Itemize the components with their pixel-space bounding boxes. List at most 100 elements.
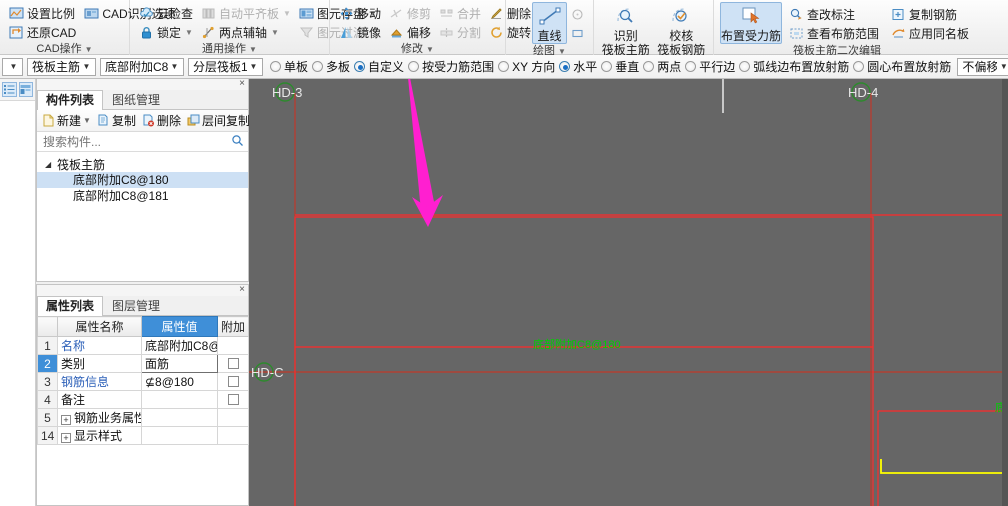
radio-single-slab[interactable]: 单板 — [270, 58, 308, 75]
recognize-raft-rebar-button[interactable]: 识别 筏板主筋 — [600, 2, 652, 58]
chevron-down-icon: ▼ — [249, 62, 258, 71]
blank-combo[interactable]: ▼ — [2, 57, 23, 76]
radio-by-rebar-range[interactable]: 按受力筋范围 — [408, 58, 494, 75]
group-title-text: 通用操作 — [202, 43, 247, 55]
radio-two-point[interactable]: 两点 — [643, 58, 681, 75]
row-value-editor[interactable]: 面筋 — [141, 354, 218, 373]
table-row[interactable]: 4 备注 — [37, 390, 249, 409]
ribbon-group-general-operations: 云检查 锁定 ▼ 自动平齐板 ▼ 两点辅轴 ▼ 图元存盘 ▼ 图元过滤 通用操作… — [130, 0, 377, 56]
close-icon[interactable]: × — [239, 78, 245, 89]
cloud-check-button[interactable]: 云检查 — [136, 4, 198, 23]
attach-checkbox[interactable] — [227, 357, 239, 369]
application-window: 设置比例 还原CAD CAD识别选项 CAD操作 ▼ 云检查 锁定 ▼ 自动平齐… — [0, 0, 1008, 506]
close-icon[interactable]: × — [239, 284, 245, 295]
view-rebar-range-button[interactable]: 查看布筋范围 — [786, 24, 884, 43]
search-input[interactable] — [41, 133, 231, 150]
edit-annotation-button[interactable]: 查改标注 — [786, 5, 884, 24]
tab-layer-management[interactable]: 图层管理 — [103, 296, 169, 316]
place-rebar-button[interactable]: 布置受力筋 — [720, 2, 783, 44]
rebar-name-combo[interactable]: 底部附加C8@1 ▼ — [100, 57, 185, 76]
tab-property-list[interactable]: 属性列表 — [37, 296, 104, 316]
radio-custom[interactable]: 自定义 — [354, 58, 404, 75]
table-row[interactable]: 5 + 钢筋业务属性 — [37, 408, 249, 427]
drawing-canvas[interactable]: HD-3 HD-4 HD-C 底部附加C8@180 底 — [249, 79, 1008, 506]
row-attach[interactable] — [217, 390, 249, 409]
component-panel-toolbar: 新建 ▼ 复制 删除 层间复制 » — [37, 110, 260, 132]
tee-icon[interactable] — [512, 6, 532, 23]
restore-cad-button[interactable]: 还原CAD — [6, 23, 81, 42]
expand-plus-icon[interactable]: + — [61, 433, 71, 443]
radio-parallel-edge[interactable]: 平行边 — [685, 58, 735, 75]
offset-combo[interactable]: 不偏移 ▼ — [957, 57, 1008, 76]
radio-vertical[interactable]: 垂直 — [601, 58, 639, 75]
table-row[interactable]: 3 钢筋信息 ⊈8@180 — [37, 372, 249, 391]
verify-raft-rebar-button[interactable]: 校核 筏板钢筋 — [656, 2, 708, 58]
move-button[interactable]: 移动 — [336, 4, 386, 23]
component-tree: ◢ 筏板主筋 底部附加C8@180 底部附加C8@181 — [37, 152, 248, 204]
layer-combo[interactable]: 分层筏板1 ▼ — [188, 57, 264, 76]
ribbon-group-title-general-operations[interactable]: 通用操作 ▼ — [136, 42, 323, 56]
offset-button[interactable]: 偏移 — [386, 23, 436, 42]
cross-layer-copy-icon — [187, 114, 200, 127]
point-icon[interactable] — [512, 25, 532, 42]
radio-horizontal[interactable]: 水平 — [559, 58, 597, 75]
line-tool-button[interactable]: 直线 — [532, 2, 567, 44]
row-name-group[interactable]: + 钢筋业务属性 — [57, 408, 142, 427]
tab-drawing-management[interactable]: 图纸管理 — [103, 90, 169, 110]
search-icon[interactable] — [231, 134, 244, 150]
apply-same-slab-button[interactable]: 应用同名板 — [888, 24, 974, 43]
ribbon-group-title-modify[interactable]: 修改 ▼ — [336, 42, 499, 56]
copy-component-label: 复制 — [111, 114, 136, 128]
lock-button[interactable]: 锁定 ▼ — [136, 23, 198, 42]
row-index: 1 — [37, 336, 58, 355]
row-attach[interactable] — [217, 372, 249, 391]
copy-component-button[interactable]: 复制 — [95, 112, 138, 129]
list-view-icon[interactable] — [2, 82, 17, 97]
delete-component-button[interactable]: 删除 — [140, 112, 183, 129]
trim-icon — [389, 6, 404, 21]
tree-leaf-label: 底部附加C8@180 — [73, 173, 169, 187]
canvas-scrollbar[interactable] — [1002, 79, 1008, 506]
tree-leaf[interactable]: 底部附加C8@181 — [37, 188, 248, 204]
radio-center-radial[interactable]: 圆心布置放射筋 — [853, 58, 951, 75]
radio-label: 垂直 — [615, 60, 640, 74]
tab-component-list[interactable]: 构件列表 — [37, 90, 104, 110]
row-attach[interactable] — [217, 354, 249, 373]
tree-leaf-selected[interactable]: 底部附加C8@180 — [37, 172, 248, 188]
attach-checkbox[interactable] — [227, 393, 239, 405]
circle-icon[interactable] — [567, 6, 587, 23]
radio-xy-direction[interactable]: XY 方向 — [498, 58, 555, 75]
row-value[interactable]: ⊈8@180 — [141, 372, 218, 391]
row-value[interactable] — [141, 390, 218, 409]
cross-layer-copy-button[interactable]: 层间复制 — [185, 112, 252, 129]
set-scale-button[interactable]: 设置比例 — [6, 4, 81, 23]
table-row[interactable]: 1 名称 底部附加C8@180 — [37, 336, 249, 355]
radio-arc-edge-radial[interactable]: 弧线边布置放射筋 — [739, 58, 849, 75]
radio-label: 按受力筋范围 — [422, 60, 495, 74]
ribbon-group-title-cad-operations[interactable]: CAD操作 ▼ — [6, 42, 123, 56]
element-filter-icon — [299, 25, 314, 40]
table-row[interactable]: 2 类别 面筋 — [37, 354, 249, 373]
radio-dot — [312, 61, 324, 72]
radio-dot — [685, 61, 697, 72]
detail-view-icon[interactable] — [18, 82, 33, 97]
mirror-button[interactable]: 镜像 — [336, 23, 386, 42]
row-name-group[interactable]: + 显示样式 — [57, 426, 142, 445]
expand-triangle-icon[interactable]: ◢ — [45, 160, 54, 169]
radio-label: XY 方向 — [512, 60, 556, 74]
radio-multi-slab[interactable]: 多板 — [312, 58, 350, 75]
tree-node-raft-main-rebar[interactable]: ◢ 筏板主筋 — [37, 156, 248, 172]
rect-icon[interactable] — [567, 25, 587, 42]
property-panel-titlebar: × — [37, 284, 248, 296]
new-component-button[interactable]: 新建 ▼ — [40, 112, 93, 129]
canvas-svg[interactable]: HD-3 HD-4 HD-C 底部附加C8@180 底 — [249, 79, 1008, 506]
rebar-type-combo[interactable]: 筏板主筋 ▼ — [27, 57, 97, 76]
attach-checkbox[interactable] — [227, 375, 239, 387]
offset-label: 偏移 — [407, 26, 432, 40]
expand-plus-icon[interactable]: + — [61, 415, 71, 425]
table-row[interactable]: 14 + 显示样式 — [37, 426, 249, 445]
copy-rebar-button[interactable]: 复制钢筋 — [888, 5, 974, 24]
new-component-label: 新建 — [57, 114, 82, 128]
row-value[interactable]: 底部附加C8@180 — [141, 336, 218, 355]
two-point-axis-button[interactable]: 两点辅轴 ▼ — [198, 23, 296, 42]
